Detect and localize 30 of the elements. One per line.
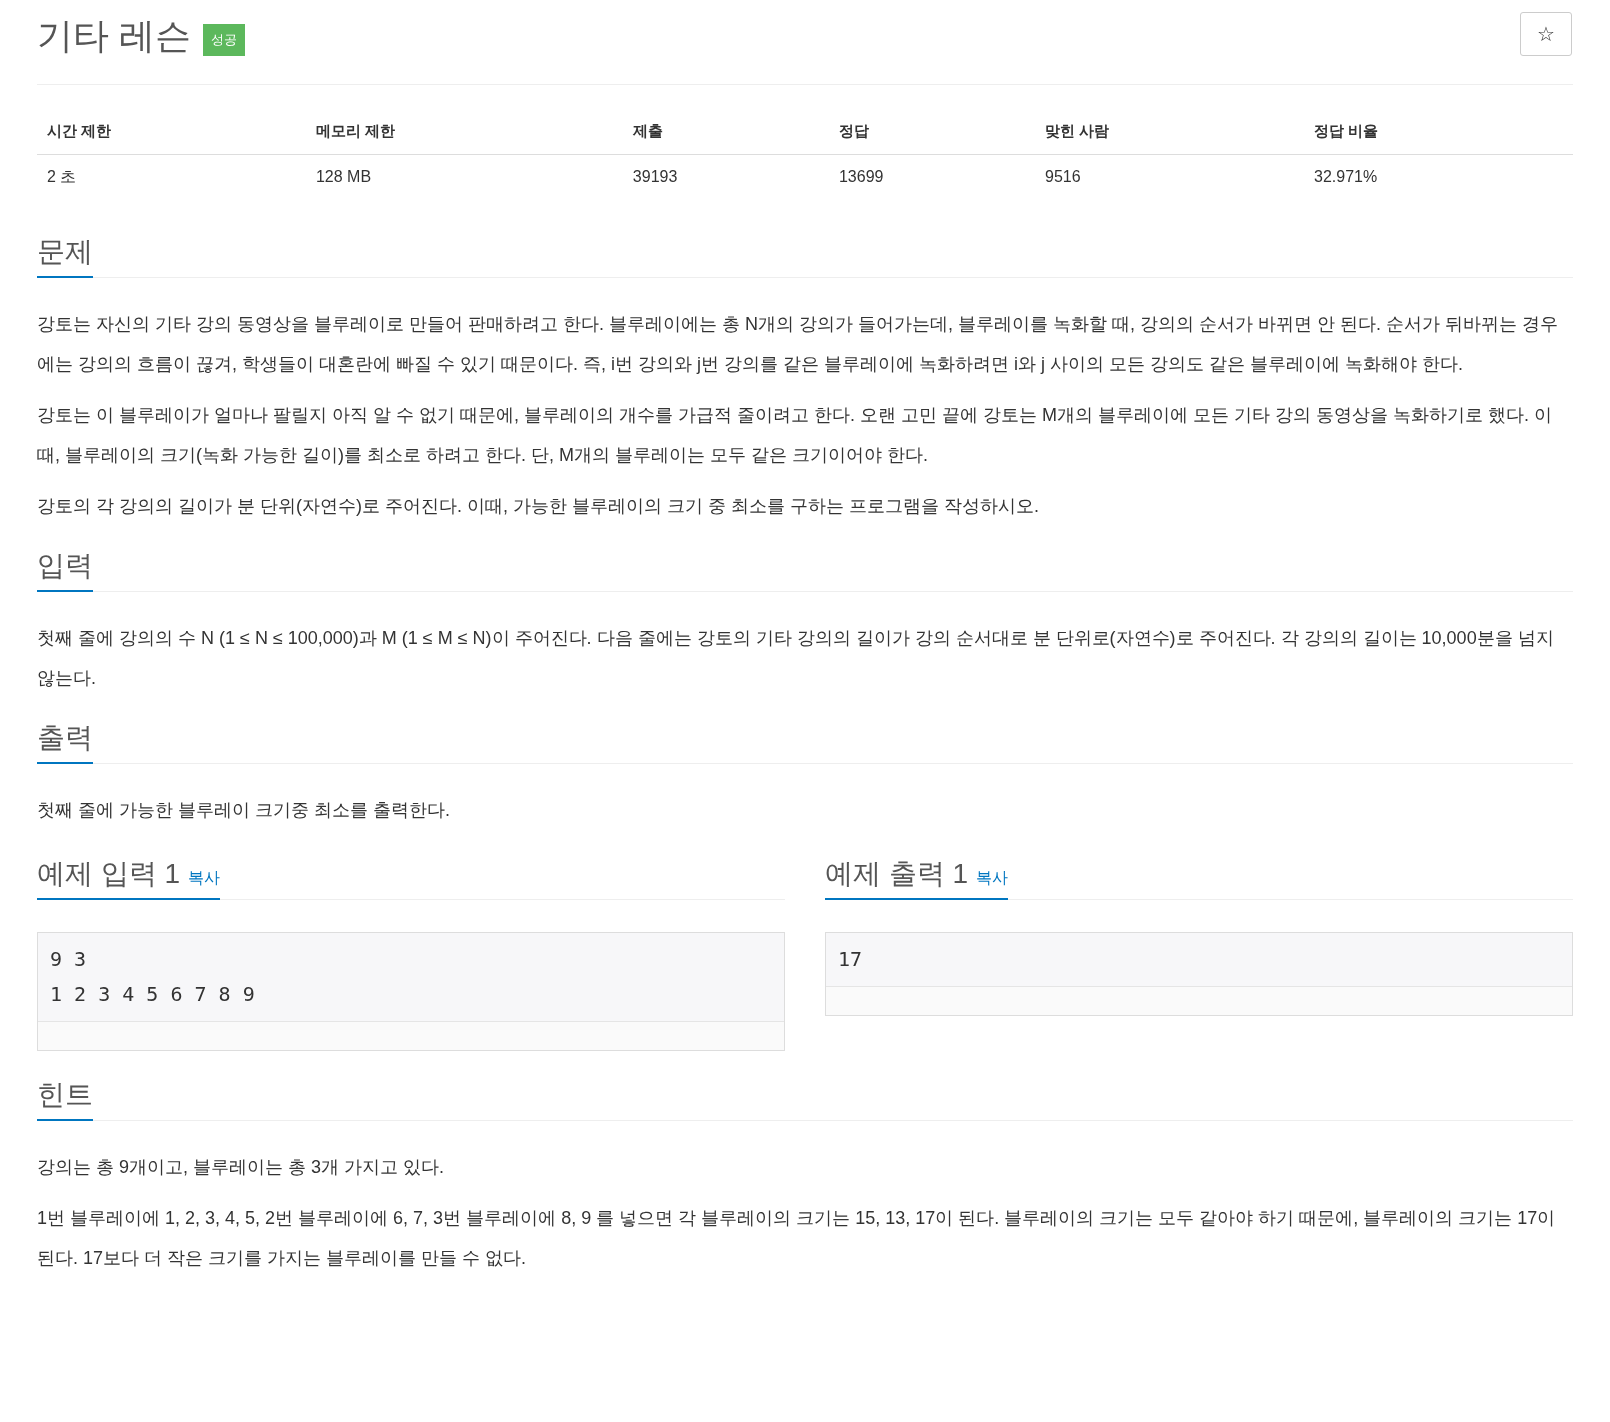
table-cell: 128 MB [305, 154, 623, 200]
column-header: 정답 비율 [1304, 109, 1573, 154]
status-badge: 성공 [203, 24, 245, 56]
column-header: 시간 제한 [37, 109, 306, 154]
column-header: 맞힌 사람 [1035, 109, 1304, 154]
table-cell: 13699 [828, 154, 1036, 200]
star-button[interactable]: ☆ [1520, 12, 1572, 56]
copy-link[interactable]: 복사 [188, 866, 221, 890]
paragraph: 1번 블루레이에 1, 2, 3, 4, 5, 2번 블루레이에 6, 7, 3번 블루레이에 8, 9 를 넣으면 각 블루레이의 크기는 15, 13, 17이 된다. 블루레이의 크기는 모두 같아야 하기 때문에, 블루레이의 크기는 17이 된다. 17보다 더 작은 크기를 가지는 블루레이를 만들 수 없다. [37, 1207, 1557, 1270]
copy-link[interactable]: 복사 [976, 866, 1009, 890]
section-heading: 입력 [37, 549, 93, 583]
paragraph: 강토는 자신의 기타 강의 동영상을 블루레이로 만들어 판매하려고 한다. 블루레이에는 총 N개의 강의가 들어가는데, 블루레이를 녹화할 때, 강의의 순서가 바뀌면 안 된다. 순서가 뒤바뀌는 경우에는 강의의 흐름이 끊겨, 학생들이 대혼란에 빠질 수 있기 때문이다. 즉, i번 강의와 j번 강의를 같은 블루레이에 녹화하려면 i와 j 사이의 모든 강의도 같은 블루레이에 녹화해야 한다. [37, 313, 1560, 376]
section-heading: 출력 [37, 721, 93, 755]
section-heading: 문제 [37, 235, 93, 269]
paragraph: 강의는 총 9개이고, 블루레이는 총 3개 가지고 있다. [37, 1156, 446, 1179]
table-cell: 9516 [1035, 154, 1304, 200]
section-heading: 힌트 [37, 1078, 93, 1112]
table-cell: 2 초 [37, 154, 306, 200]
column-header: 제출 [622, 109, 829, 154]
problem-title: 기타 레슨 [37, 14, 191, 58]
table-cell: 39193 [622, 154, 829, 200]
paragraph: 강토는 이 블루레이가 얼마나 팔릴지 아직 알 수 없기 때문에, 블루레이의 개수를 가급적 줄이려고 한다. 오랜 고민 끝에 강토는 M개의 블루레이에 모든 기타 강의 동영상을 녹화하기로 했다. 이때, 블루레이의 크기(녹화 가능한 길이)를 최소로 하려고 한다. 단, M개의 블루레이는 모두 같은 크기이어야 한다. [37, 404, 1554, 467]
column-header: 정답 [828, 109, 1036, 154]
paragraph: 강토의 각 강의의 길이가 분 단위(자연수)로 주어진다. 이때, 가능한 블루레이의 크기 중 최소를 구하는 프로그램을 작성하시오. [37, 495, 1040, 518]
table-cell: 32.971% [1304, 154, 1573, 200]
section-heading: 예제 출력 1 [825, 857, 969, 891]
section-heading: 예제 입력 1 [37, 857, 181, 891]
paragraph: 첫째 줄에 가능한 블루레이 크기중 최소를 출력한다. [37, 799, 451, 822]
column-header: 메모리 제한 [305, 109, 623, 154]
paragraph: 첫째 줄에 강의의 수 N (1 ≤ N ≤ 100,000)과 M (1 ≤ M ≤ N)이 주어진다. 다음 줄에는 강토의 기타 강의의 길이가 강의 순서대로 분 단위로(자연수)로 주어진다. 각 강의의 길이는 10,000분을 넘지 않는다. [37, 627, 1555, 690]
